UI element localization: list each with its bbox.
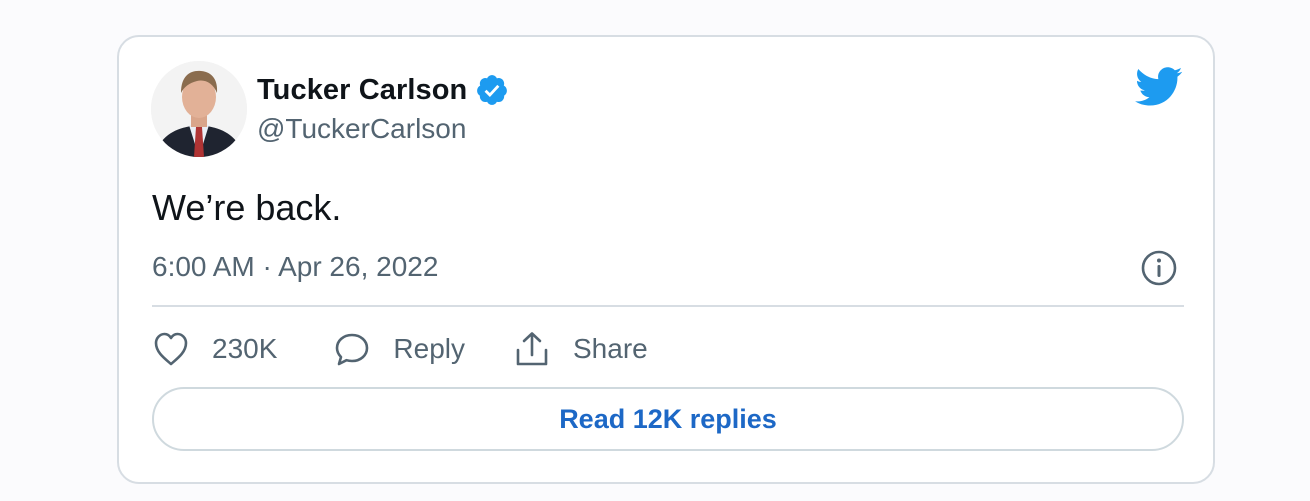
avatar[interactable] (151, 61, 247, 157)
twitter-bird-icon[interactable] (1135, 67, 1183, 107)
verified-badge-icon (467, 73, 509, 107)
info-icon[interactable] (1140, 249, 1178, 287)
like-button[interactable]: 230K (152, 331, 277, 367)
reply-label: Reply (393, 333, 465, 364)
author-name-row: Tucker Carlson (257, 73, 509, 107)
reply-button[interactable]: Reply (333, 331, 465, 367)
speech-bubble-icon (333, 331, 371, 367)
tweet-text: We’re back. (152, 187, 342, 228)
tweet-timestamp[interactable]: 6:00 AM · Apr 26, 2022 (152, 251, 438, 283)
read-replies-button[interactable]: Read 12K replies (152, 387, 1184, 451)
author-name[interactable]: Tucker Carlson (257, 74, 467, 107)
share-label: Share (573, 333, 648, 364)
tweet-card: Tucker Carlson @TuckerCarlson We’re back… (117, 35, 1215, 484)
author-handle[interactable]: @TuckerCarlson (257, 113, 466, 145)
divider (152, 305, 1184, 307)
share-icon (513, 330, 551, 368)
heart-icon (152, 331, 190, 367)
share-button[interactable]: Share (513, 330, 648, 368)
like-count: 230K (212, 333, 278, 364)
action-bar: 230K Reply Share (152, 327, 648, 371)
